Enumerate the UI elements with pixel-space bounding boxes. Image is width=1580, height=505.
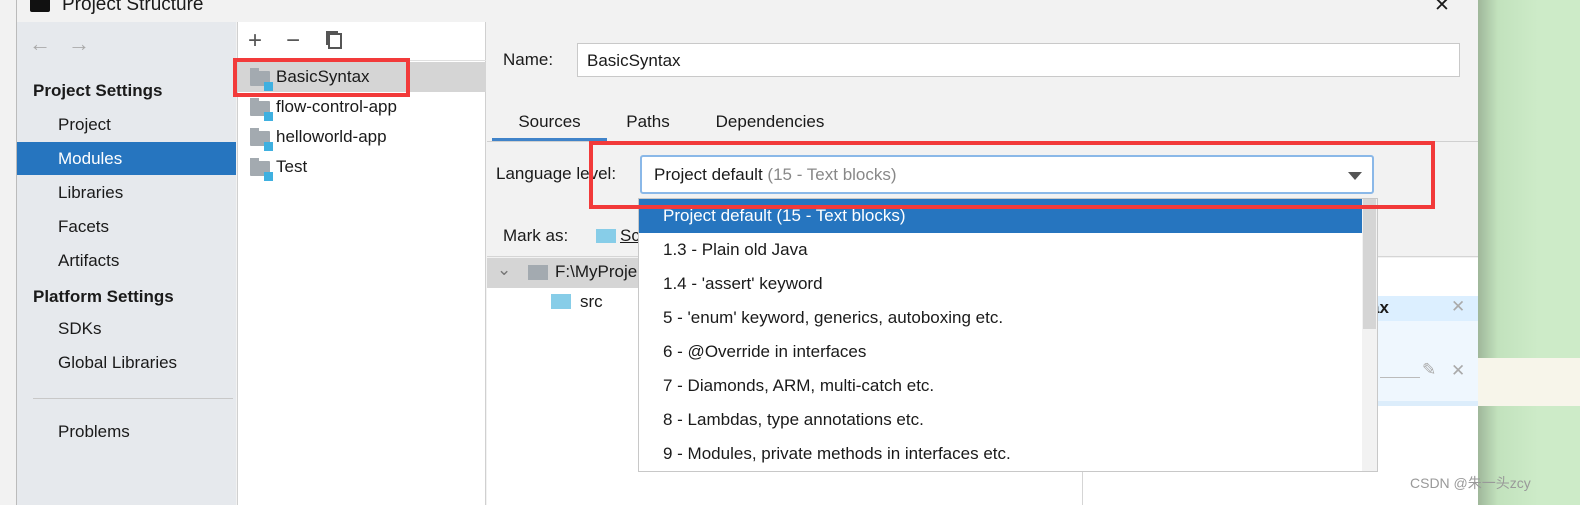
- tree-root-label: F:\MyProje: [555, 262, 638, 281]
- chevron-down-icon[interactable]: ⌄: [497, 260, 511, 280]
- back-icon[interactable]: ←: [29, 31, 51, 57]
- platform-settings-heading: Platform Settings: [33, 287, 174, 306]
- remove-icon[interactable]: −: [286, 27, 300, 55]
- desktop-background: [1478, 0, 1580, 505]
- project-settings-heading: Project Settings: [33, 81, 163, 100]
- mark-as-sources-button[interactable]: Sc: [620, 226, 640, 246]
- module-badge-icon: [264, 112, 273, 121]
- close-icon[interactable]: ✕: [1451, 361, 1465, 381]
- sidebar-item-facets[interactable]: Facets: [17, 210, 236, 243]
- forward-icon[interactable]: →: [68, 31, 90, 57]
- sidebar-item-libraries[interactable]: Libraries: [17, 176, 236, 209]
- name-value: BasicSyntax: [587, 51, 681, 70]
- close-icon[interactable]: ✕: [1434, 0, 1450, 17]
- tab-dependencies[interactable]: Dependencies: [696, 108, 844, 136]
- dropdown-option[interactable]: 9 - Modules, private methods in interfac…: [639, 437, 1362, 471]
- tree-src-label[interactable]: src: [580, 292, 603, 312]
- scrollbar-thumb[interactable]: [1363, 199, 1376, 329]
- module-item-helloworld-app[interactable]: helloworld-app: [238, 122, 486, 152]
- window-title: Project Structure: [62, 0, 204, 15]
- divider: [33, 398, 233, 399]
- dropdown-option[interactable]: 6 - @Override in interfaces: [639, 335, 1362, 369]
- module-label: flow-control-app: [276, 97, 397, 116]
- dropdown-option[interactable]: 5 - 'enum' keyword, generics, autoboxing…: [639, 301, 1362, 335]
- sidebar-item-artifacts[interactable]: Artifacts: [17, 244, 236, 277]
- sidebar-item-global-libraries[interactable]: Global Libraries: [17, 346, 236, 379]
- title-bar: Project Structure ✕: [16, 0, 1478, 22]
- module-label: helloworld-app: [276, 127, 387, 146]
- source-folder-icon: [551, 294, 571, 309]
- module-item-test[interactable]: Test: [238, 152, 486, 182]
- name-label: Name:: [503, 50, 554, 69]
- sidebar-item-problems[interactable]: Problems: [17, 415, 236, 448]
- add-icon[interactable]: +: [248, 27, 262, 55]
- desktop-band: [1478, 358, 1580, 406]
- copy-icon[interactable]: [328, 33, 342, 49]
- intellij-logo-icon: [30, 0, 50, 12]
- close-icon[interactable]: ✕: [1451, 297, 1465, 317]
- tab-sources[interactable]: Sources: [492, 108, 607, 141]
- name-input[interactable]: BasicSyntax: [577, 43, 1460, 77]
- language-level-dropdown: Project default (15 - Text blocks) 1.3 - …: [638, 198, 1378, 472]
- mark-as-label: Mark as:: [503, 226, 569, 245]
- dropdown-option[interactable]: 1.3 - Plain old Java: [639, 233, 1362, 267]
- edit-icon[interactable]: ✎: [1422, 360, 1436, 380]
- module-label: Test: [276, 157, 308, 176]
- sidebar-item-modules[interactable]: Modules: [17, 142, 236, 175]
- dropdown-option[interactable]: 7 - Diamonds, ARM, multi-catch etc.: [639, 369, 1362, 403]
- divider: [1380, 377, 1420, 378]
- sidebar-item-project[interactable]: Project: [17, 108, 236, 141]
- watermark: CSDN @朱一头zcy: [1410, 475, 1531, 491]
- sources-folder-icon: [596, 229, 616, 243]
- dropdown-option[interactable]: 1.4 - 'assert' keyword: [639, 267, 1362, 301]
- module-badge-icon: [264, 172, 273, 181]
- highlight-box-module: [233, 58, 410, 97]
- tab-paths[interactable]: Paths: [612, 108, 684, 136]
- sidebar: ← → Project Settings Project Modules Lib…: [17, 22, 236, 505]
- highlight-box-language-level: [589, 141, 1435, 209]
- module-badge-icon: [264, 142, 273, 151]
- dropdown-option[interactable]: 8 - Lambdas, type annotations etc.: [639, 403, 1362, 437]
- sidebar-item-sdks[interactable]: SDKs: [17, 312, 236, 345]
- folder-icon: [528, 265, 548, 280]
